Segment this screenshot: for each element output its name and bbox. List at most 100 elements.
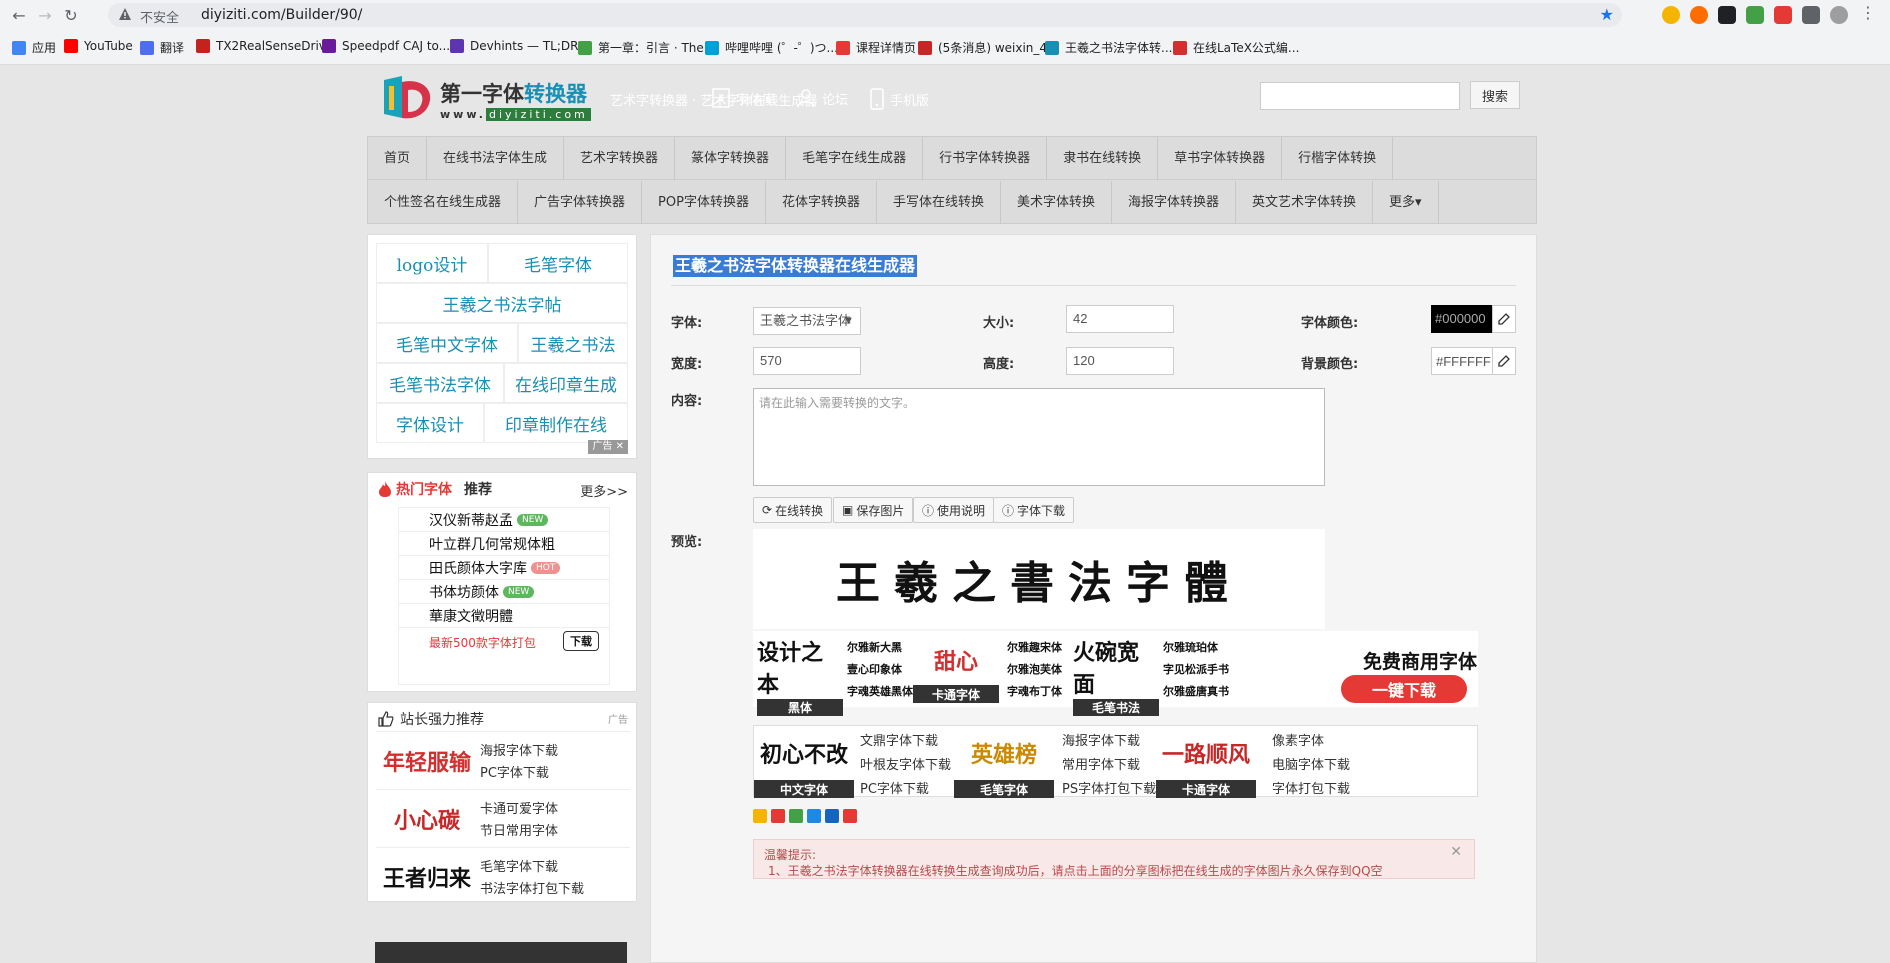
tag-link[interactable]: 王羲之书法 — [518, 323, 628, 363]
ad-font-name[interactable]: 字见松派手书 — [1163, 661, 1229, 677]
bookmark-item[interactable]: 课程详情页 — [836, 39, 916, 56]
extension-icon[interactable] — [1718, 6, 1736, 24]
hot-font-item[interactable]: 田氏颜体大字库 HOT — [399, 556, 609, 580]
hot-font-item[interactable]: 叶立群几何常规体粗 — [399, 532, 609, 556]
nav-item[interactable]: 行书字体转换器 — [923, 137, 1048, 180]
font-color-input[interactable]: #000000 — [1431, 305, 1493, 333]
extension-icon[interactable] — [1774, 6, 1792, 24]
nav-item[interactable]: 英文艺术字体转换 — [1236, 181, 1374, 224]
ad-font-name[interactable]: 字魂英雄黑体 — [847, 683, 913, 699]
font-select[interactable]: 王羲之书法字体 ▼ — [753, 307, 861, 335]
nav-item[interactable]: 海报字体转换器 — [1112, 181, 1237, 224]
recommend-link[interactable]: 书法字体打包下载 — [480, 878, 584, 897]
tag-link[interactable]: 毛笔中文字体 — [376, 323, 518, 363]
bg-color-input[interactable]: #FFFFFF — [1431, 347, 1493, 375]
height-input[interactable]: 120 — [1066, 347, 1174, 375]
nav-item[interactable]: 花体字转换器 — [766, 181, 877, 224]
ad-link[interactable]: 电脑字体下载 — [1272, 754, 1350, 773]
logo-icon[interactable] — [380, 74, 435, 122]
tag-link[interactable]: logo设计 — [376, 243, 488, 283]
ad-font-cell[interactable]: 英雄榜 毛笔字体 — [954, 726, 1054, 798]
nav-item[interactable]: 篆体字转换器 — [675, 137, 787, 180]
back-icon[interactable]: ← — [8, 4, 30, 26]
ad-link[interactable]: 文鼎字体下载 — [860, 730, 938, 749]
search-button[interactable]: 搜索 — [1470, 81, 1520, 109]
hot-font-item[interactable]: 书体坊颜体 NEW — [399, 580, 609, 604]
douban-icon[interactable] — [843, 809, 857, 823]
hot-font-item[interactable]: 汉仪新蒂赵孟 NEW — [399, 508, 609, 532]
nav-item[interactable]: 首页 — [368, 137, 428, 180]
qzone-icon[interactable] — [753, 809, 767, 823]
forward-icon[interactable]: → — [34, 4, 56, 26]
extension-icon[interactable] — [1662, 6, 1680, 24]
font-download-button[interactable]: ⓘ 字体下载 — [993, 497, 1075, 523]
ad-font-name[interactable]: 尔雅新大黑 — [847, 639, 902, 655]
ad-font-cell[interactable]: 初心不改 中文字体 — [754, 726, 854, 798]
recommend-row[interactable]: 王者归来 毛笔字体下载书法字体打包下载 — [376, 847, 630, 905]
extension-icon[interactable] — [1690, 6, 1708, 24]
tag-link[interactable]: 在线印章生成 — [504, 363, 628, 403]
url-text[interactable]: diyiziti.com/Builder/90/ — [201, 7, 362, 23]
nav-item[interactable]: 艺术字转换器 — [564, 137, 676, 180]
nav-item[interactable]: 美术字体转换 — [1001, 181, 1112, 224]
weibo-icon[interactable] — [771, 809, 785, 823]
ad-font-name[interactable]: 壹心印象体 — [847, 661, 902, 677]
nav-item[interactable]: POP字体转换器 — [642, 181, 766, 224]
ad-font-cell[interactable]: 火碗宽面 毛笔书法 — [1073, 635, 1159, 716]
recommend-row[interactable]: 小心碳 卡通可爱字体 节日常用字体 — [376, 789, 630, 847]
mobile-link[interactable]: 手机版 — [870, 88, 929, 110]
content-textarea[interactable]: 请在此输入需要转换的文字。 — [753, 388, 1325, 486]
font-library-link[interactable]: A 字体库 — [712, 88, 775, 108]
hot-font-item[interactable]: 華康文徵明體 — [399, 604, 609, 628]
ad-link[interactable]: 常用字体下载 — [1062, 754, 1140, 773]
font-pack-item[interactable]: 最新500款字体打包 下载 — [399, 628, 609, 656]
nav-item[interactable]: 个性签名在线生成器 — [368, 181, 519, 224]
ad-link[interactable]: 叶根友字体下载 — [860, 754, 951, 773]
ad-link[interactable]: 像素字体 — [1272, 730, 1324, 749]
size-input[interactable]: 42 — [1066, 305, 1174, 333]
ad-link[interactable]: PS字体打包下载 — [1062, 778, 1156, 797]
save-image-button[interactable]: ▣ 保存图片 — [833, 497, 914, 523]
bookmark-item[interactable]: Speedpdf CAJ to... — [322, 39, 450, 53]
tieba-icon[interactable] — [825, 809, 839, 823]
puzzle-icon[interactable] — [1802, 6, 1820, 24]
convert-button[interactable]: ⟳ 在线转换 — [753, 497, 833, 523]
bookmark-star-icon[interactable]: ★ — [1600, 5, 1614, 24]
ad-font-name[interactable]: 尔雅趣宋体 — [1007, 639, 1062, 655]
bookmark-item[interactable]: 应用 — [12, 39, 56, 56]
recommend-link[interactable]: 毛笔字体下载 — [480, 856, 558, 875]
ad-link[interactable]: PC字体下载 — [860, 778, 929, 797]
font-sample-image[interactable]: 王者归来 — [382, 854, 472, 900]
bookmark-item[interactable]: 在线LaTeX公式编... — [1173, 39, 1299, 56]
bookmark-item[interactable]: Devhints — TL;DR... — [450, 39, 590, 53]
bookmark-item[interactable]: 哔哩哔哩 (゜-゜)つ... — [705, 39, 838, 56]
sidebar-ad-banner[interactable] — [375, 942, 627, 963]
font-sample-image[interactable]: 小心碳 — [382, 796, 472, 842]
ad-font-name[interactable]: 尔雅盛唐真书 — [1163, 683, 1229, 699]
edit-icon[interactable] — [1492, 305, 1516, 333]
width-input[interactable]: 570 — [753, 347, 861, 375]
ad-font-name[interactable]: 尔雅琉珀体 — [1163, 639, 1218, 655]
nav-item[interactable]: 行楷字体转换 — [1282, 137, 1394, 180]
ad-link[interactable]: 字体打包下载 — [1272, 778, 1350, 797]
qq-icon[interactable] — [807, 809, 821, 823]
address-bar[interactable]: 不安全 diyiziti.com/Builder/90/ ★ — [108, 3, 1622, 27]
wechat-icon[interactable] — [789, 809, 803, 823]
close-icon[interactable]: ✕ — [1450, 844, 1462, 860]
recommend-row[interactable]: 年轻服输 海报字体下载 PC字体下载 — [376, 731, 630, 789]
recommend-link[interactable]: 节日常用字体 — [480, 820, 558, 839]
avatar[interactable] — [1830, 6, 1848, 24]
ad-font-name[interactable]: 字魂布丁体 — [1007, 683, 1062, 699]
extension-icon[interactable] — [1746, 6, 1764, 24]
more-link[interactable]: 更多>> — [580, 481, 628, 500]
ad-label[interactable]: 广告 ✕ — [588, 440, 628, 454]
search-input[interactable] — [1260, 82, 1460, 110]
tag-link[interactable]: 毛笔书法字体 — [376, 363, 504, 403]
recommend-link[interactable]: 卡通可爱字体 — [480, 798, 558, 817]
bookmark-item[interactable]: TX2RealSenseDriv... — [196, 39, 336, 53]
nav-item[interactable]: 毛笔字在线生成器 — [786, 137, 924, 180]
bookmark-item[interactable]: 第一章：引言 · The... — [578, 39, 715, 56]
recommend-link[interactable]: 海报字体下载 — [480, 740, 558, 759]
nav-item[interactable]: 在线书法字体生成 — [427, 137, 565, 180]
ad-link[interactable]: 海报字体下载 — [1062, 730, 1140, 749]
